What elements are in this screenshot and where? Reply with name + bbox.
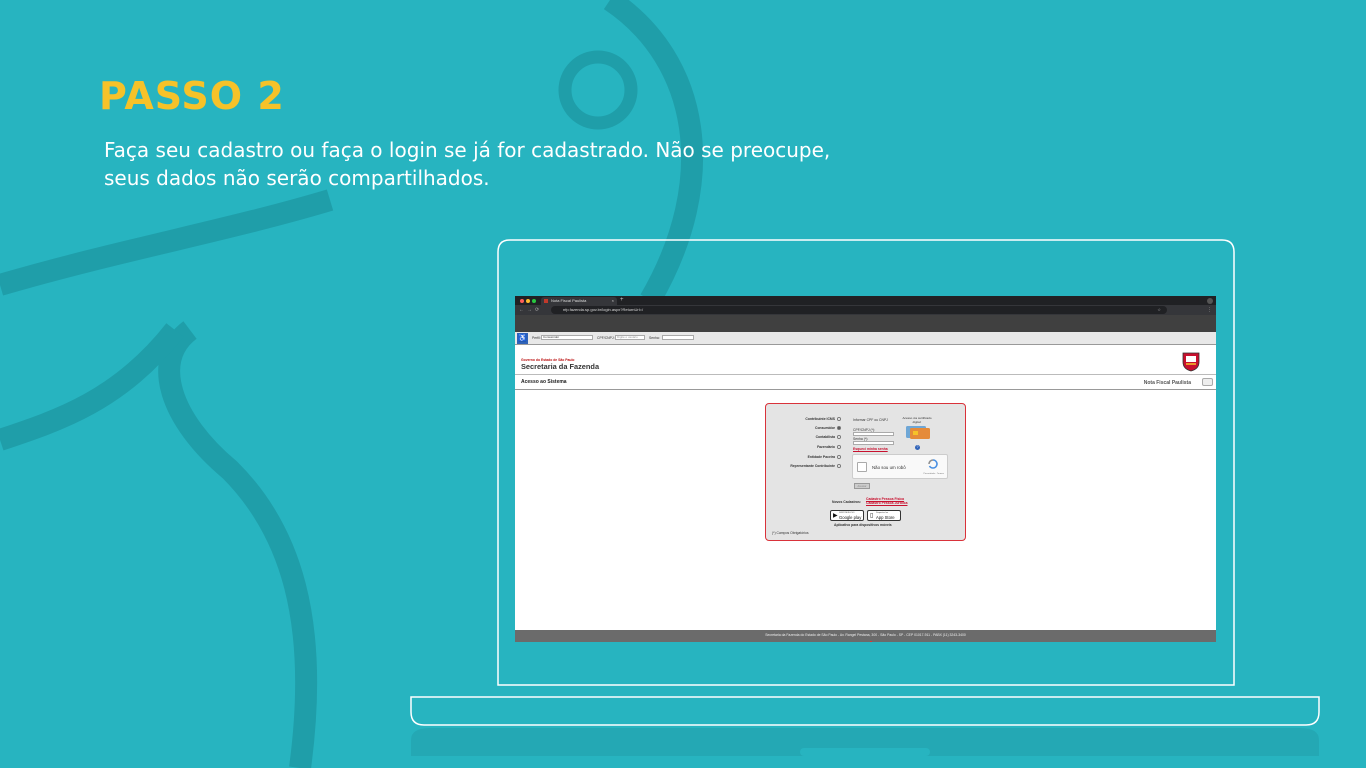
cpf-label: CPF/CNPJ: — [597, 336, 615, 340]
perfil-select[interactable]: Consumidor — [541, 335, 593, 340]
bookmark-star-icon[interactable]: ☆ — [1157, 306, 1161, 314]
login-panel: Contribuinte ICMS Consumidor Contabilist… — [765, 403, 966, 541]
captcha-text: Não sou um robô — [872, 465, 906, 470]
required-fields-note: (*) Campos Obrigatórios — [772, 531, 809, 535]
site-footer: Secretaria da Fazenda do Estado de São P… — [515, 630, 1216, 642]
role-label: Fazendário — [817, 445, 835, 449]
role-radio[interactable] — [837, 426, 841, 430]
sp-crest-icon — [1182, 352, 1200, 372]
nfp-logo-icon — [1202, 378, 1213, 386]
secretaria-title: Secretaria da Fazenda — [521, 362, 600, 371]
perfil-label: Perfil: — [532, 336, 541, 340]
cpf-input[interactable]: Digite o usuário — [615, 335, 645, 340]
browser-tab-strip: Nota Fiscal Paulista × + — [515, 296, 1216, 305]
help-info-icon[interactable]: ? — [915, 445, 920, 450]
browser-screen: Nota Fiscal Paulista × + ←→⟳ nfp.fazenda… — [515, 296, 1216, 642]
cpf-placeholder: Digite o usuário — [617, 335, 638, 339]
address-bar[interactable]: nfp.fazenda.sp.gov.br/login.aspx?ReturnU… — [551, 306, 1167, 314]
close-tab-icon[interactable]: × — [612, 297, 614, 305]
apple-icon: ▯ — [870, 513, 874, 519]
informar-text: Informar CPF ou CNPJ — [853, 418, 888, 422]
tab-title: Nota Fiscal Paulista — [551, 298, 587, 303]
novos-cadastros-label: Novos Cadastros: — [832, 500, 862, 504]
role-radio[interactable] — [837, 455, 841, 459]
certificate-card-icon[interactable] — [905, 424, 931, 440]
captcha-checkbox[interactable] — [857, 462, 867, 472]
recaptcha-widget: Não sou um robô Privacidade - Termos — [852, 454, 948, 479]
apps-label: Aplicativo para dispositivos móveis — [834, 523, 892, 527]
page-titlebar: Acesso ao Sistema Nota Fiscal Paulista — [515, 375, 1216, 390]
role-radio[interactable] — [837, 445, 841, 449]
recaptcha-logo-icon — [928, 459, 938, 469]
window-controls[interactable] — [520, 299, 536, 303]
role-label: Entidade Paceira — [807, 455, 835, 459]
nav-buttons-icon[interactable]: ←→⟳ — [519, 306, 542, 314]
profile-icon[interactable] — [1207, 298, 1213, 304]
senha-input[interactable] — [662, 335, 694, 340]
role-label: Contabilista — [815, 435, 835, 439]
role-radio[interactable] — [837, 464, 841, 468]
role-radio[interactable] — [837, 417, 841, 421]
google-play-button[interactable]: ▶ DISPONÍVEL NO Google play — [830, 510, 864, 521]
page-title: Acesso ao Sistema — [521, 379, 567, 385]
top-band — [515, 315, 1216, 332]
product-title: Nota Fiscal Paulista — [1143, 380, 1191, 386]
app-store-label: App Store — [876, 515, 895, 520]
browser-tab[interactable]: Nota Fiscal Paulista × — [541, 297, 617, 305]
perfil-value: Consumidor — [543, 335, 560, 339]
role-label: Contribuinte ICMS — [805, 417, 835, 421]
url-text: nfp.fazenda.sp.gov.br/login.aspx?ReturnU… — [563, 307, 644, 312]
google-play-icon: ▶ — [833, 513, 838, 519]
cadastro-pj-link[interactable]: Cadastro Pessoa Jurídica — [866, 501, 907, 505]
footer-text: Secretaria da Fazenda do Estado de São P… — [765, 633, 966, 637]
favicon-icon — [544, 299, 548, 303]
new-tab-icon[interactable]: + — [620, 296, 624, 305]
google-play-label: Google play — [839, 515, 862, 520]
senha-label: Senha: — [649, 336, 660, 340]
address-bar-row: ←→⟳ nfp.fazenda.sp.gov.br/login.aspx?Ret… — [515, 305, 1216, 315]
role-label: Representante Contribuinte — [790, 464, 835, 468]
site-header: Governo do Estado de São Paulo Secretari… — [515, 345, 1216, 375]
role-radio[interactable] — [837, 435, 841, 439]
accessibility-icon[interactable]: ♿ — [517, 333, 528, 344]
senha-field[interactable] — [853, 441, 894, 445]
google-play-small: DISPONÍVEL NO — [839, 512, 855, 514]
cpf-field[interactable] — [853, 432, 894, 436]
captcha-terms[interactable]: Privacidade - Termos — [923, 473, 944, 475]
footer-accent — [870, 641, 872, 642]
menu-icon[interactable]: ⋮ — [1207, 306, 1212, 314]
role-label: Consumidor — [815, 426, 835, 430]
forgot-password-link[interactable]: Esqueci minha senha — [853, 447, 888, 451]
site-toolbar: ♿ Perfil: Consumidor CPF/CNPJ: Digite o … — [515, 332, 1216, 345]
app-store-button[interactable]: ▯ Disponível na App Store — [867, 510, 901, 521]
page-body: Contribuinte ICMS Consumidor Contabilist… — [515, 390, 1216, 626]
login-button[interactable]: Acessar — [854, 483, 870, 489]
cert-label: Acesso via certificado digital: — [902, 416, 932, 424]
app-store-small: Disponível na — [876, 512, 889, 514]
